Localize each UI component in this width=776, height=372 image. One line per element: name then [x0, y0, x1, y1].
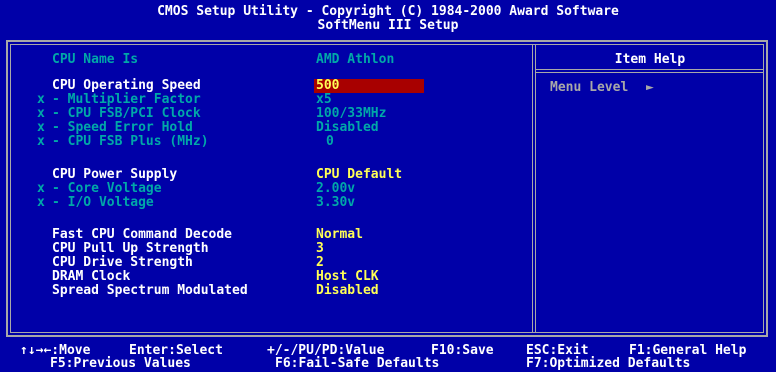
- fsb-plus-value: 0: [326, 134, 334, 149]
- key-hint-failsafe-defaults: F6:Fail-Safe Defaults: [275, 356, 440, 371]
- dram-clock-label: DRAM Clock: [52, 269, 131, 284]
- speed-error-hold-label: - Speed Error Hold: [52, 120, 193, 135]
- fast-cpu-command-decode-value[interactable]: Normal: [316, 228, 363, 242]
- help-title-separator: [536, 69, 764, 70]
- menu-level-label: Menu Level: [550, 80, 629, 95]
- fsb-pci-clock-label: - CPU FSB/PCI Clock: [52, 106, 201, 121]
- cpu-drive-strength-value[interactable]: 2: [316, 256, 324, 270]
- spread-spectrum-label: Spread Spectrum Modulated: [52, 283, 248, 298]
- power-supply-value[interactable]: CPU Default: [316, 168, 402, 182]
- fast-cpu-command-decode-label: Fast CPU Command Decode: [52, 227, 233, 242]
- operating-speed-label: CPU Operating Speed: [52, 78, 201, 93]
- disabled-marker: x: [37, 106, 45, 121]
- cpu-name-value: AMD Athlon: [316, 52, 395, 67]
- disabled-marker: x: [37, 92, 45, 107]
- io-voltage-label: - I/O Voltage: [52, 195, 154, 210]
- header-subtitle: SoftMenu III Setup: [317, 18, 459, 33]
- disabled-marker: x: [37, 134, 45, 149]
- core-voltage-label: - Core Voltage: [52, 181, 162, 196]
- cpu-pull-up-strength-label: CPU Pull Up Strength: [52, 241, 209, 256]
- menu-level-arrow-icon: ►: [646, 80, 654, 95]
- spread-spectrum-value[interactable]: Disabled: [316, 284, 379, 298]
- disabled-marker: x: [37, 120, 45, 135]
- key-hint-save: F10:Save: [431, 343, 494, 358]
- power-supply-label: CPU Power Supply: [52, 167, 178, 182]
- fsb-pci-clock-value: 100/33MHz: [316, 106, 387, 121]
- help-title-separator-inner: [536, 72, 764, 73]
- multiplier-factor-label: - Multiplier Factor: [52, 92, 201, 107]
- cpu-name-label: CPU Name Is: [52, 52, 139, 67]
- panel-divider-inner: [535, 44, 536, 333]
- multiplier-factor-value: x5: [316, 92, 332, 107]
- item-help-title: Item Help: [614, 52, 686, 67]
- key-hint-previous-values: F5:Previous Values: [50, 356, 191, 371]
- speed-error-hold-value: Disabled: [316, 120, 379, 135]
- disabled-marker: x: [37, 181, 45, 196]
- fsb-plus-label: - CPU FSB Plus (MHz): [52, 134, 209, 149]
- dram-clock-value[interactable]: Host CLK: [316, 270, 379, 284]
- cpu-pull-up-strength-value[interactable]: 3: [316, 242, 324, 256]
- header-title: CMOS Setup Utility - Copyright (C) 1984-…: [157, 4, 619, 19]
- io-voltage-value: 3.30v: [316, 195, 356, 210]
- key-hint-optimized-defaults: F7:Optimized Defaults: [526, 356, 691, 371]
- cpu-drive-strength-label: CPU Drive Strength: [52, 255, 193, 270]
- disabled-marker: x: [37, 195, 45, 210]
- core-voltage-value: 2.00v: [316, 181, 356, 196]
- operating-speed-value[interactable]: 500: [316, 79, 339, 93]
- panel-divider: [532, 44, 533, 333]
